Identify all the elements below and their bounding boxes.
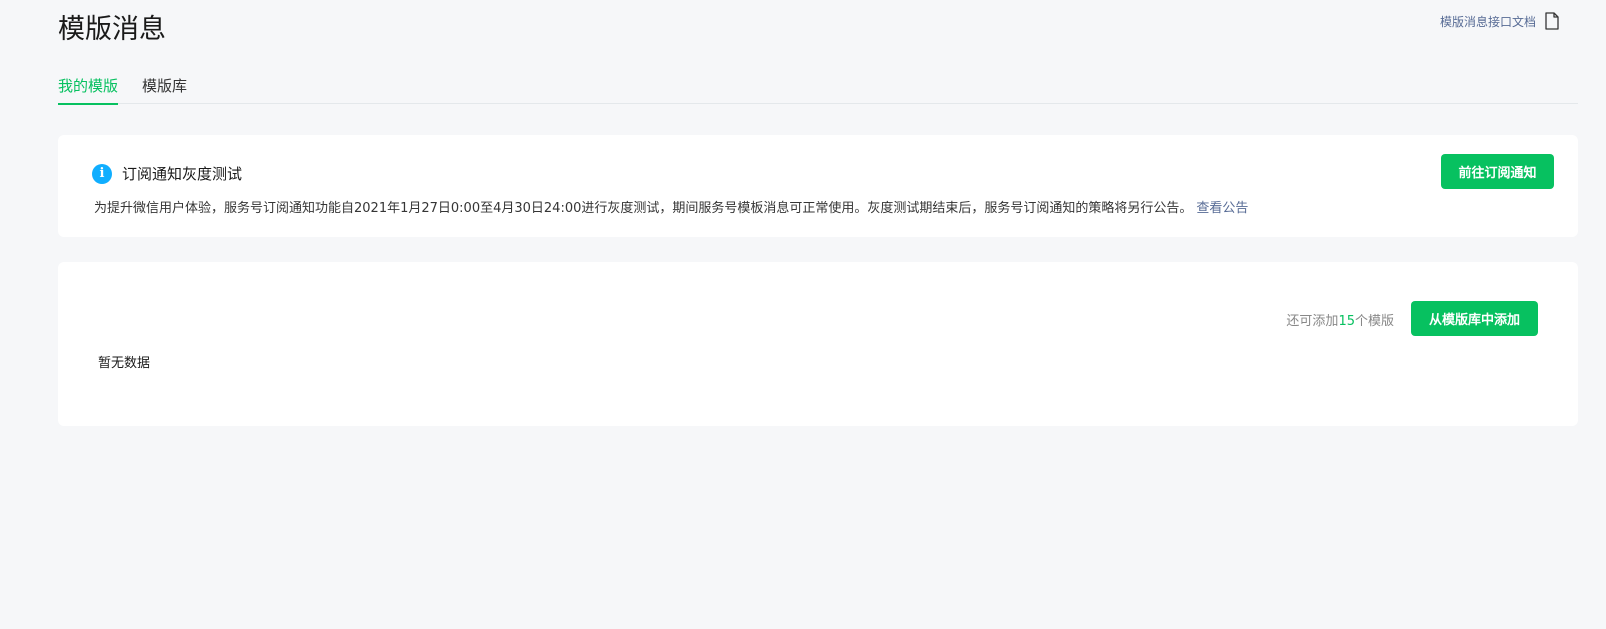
info-icon: i [92, 163, 112, 184]
document-icon [1544, 12, 1560, 30]
page-title: 模版消息 [58, 14, 166, 45]
view-announcement-link[interactable]: 查看公告 [1196, 201, 1248, 216]
remaining-count-text: 还可添加15个模版 [1286, 310, 1394, 329]
remaining-count: 15 [1338, 314, 1355, 329]
tab-bar: 我的模版 模版库 [58, 72, 1578, 105]
go-to-subscription-button[interactable]: 前往订阅通知 [1441, 154, 1554, 189]
empty-state-text: 暂无数据 [98, 356, 151, 371]
api-doc-link[interactable]: 模版消息接口文档 [1440, 12, 1560, 30]
my-templates-card: 还可添加15个模版 从模版库中添加 暂无数据 [58, 262, 1578, 426]
tab-my-templates[interactable]: 我的模版 [58, 72, 119, 105]
notice-header: i 订阅通知灰度测试 [92, 163, 242, 184]
tab-template-library[interactable]: 模版库 [142, 72, 187, 103]
notice-text: 为提升微信用户体验，服务号订阅通知功能自2021年1月27日0:00至4月30日… [94, 201, 1193, 216]
remaining-suffix: 个模版 [1354, 314, 1394, 329]
subscription-notice-card: i 订阅通知灰度测试 为提升微信用户体验，服务号订阅通知功能自2021年1月27… [58, 135, 1578, 237]
add-from-library-button[interactable]: 从模版库中添加 [1411, 301, 1538, 336]
api-doc-link-label: 模版消息接口文档 [1439, 14, 1536, 29]
notice-body: 为提升微信用户体验，服务号订阅通知功能自2021年1月27日0:00至4月30日… [94, 197, 1248, 216]
remaining-prefix: 还可添加 [1286, 314, 1339, 329]
notice-title: 订阅通知灰度测试 [122, 165, 243, 183]
